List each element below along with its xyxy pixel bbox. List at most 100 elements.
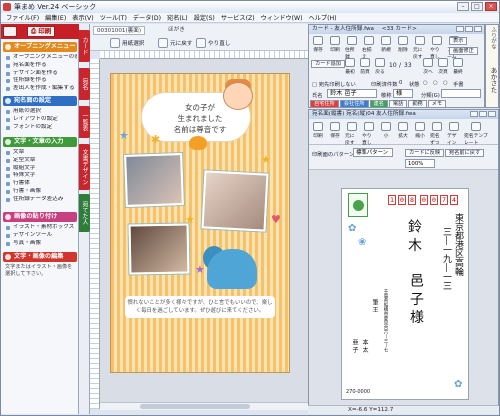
zoom-out-button[interactable]: 縮小 [413,122,427,146]
section-text-image-edit[interactable]: 文字・画像の編集 [3,252,77,262]
elephant-illustration[interactable] [207,249,257,289]
zip-digit[interactable]: 4 [450,195,458,205]
list-item[interactable]: イラスト・素材ボックス [5,224,77,232]
redo-button[interactable]: やり直し [430,36,444,60]
list-item[interactable]: 行書体 [5,180,77,188]
photo-frame[interactable] [128,223,190,275]
photo-frame[interactable] [201,170,269,232]
group-select[interactable] [441,89,481,98]
tab-work[interactable]: 勤務 [408,100,427,108]
tab-memo[interactable]: メモ [427,100,447,108]
list-item[interactable]: レイアウトの設定 [5,116,77,124]
zoom-in-button[interactable]: 拡大 [396,122,410,146]
list-item[interactable]: フォントの設定 [5,124,77,132]
section-opening-menu[interactable]: オープニングメニュー [3,42,77,52]
state-option[interactable]: ○ [423,80,428,86]
first-button[interactable]: 最初 [343,58,357,75]
zip-digit[interactable]: 0 [420,195,428,205]
redo-button[interactable]: やり直し [196,37,230,49]
postcard-address-side[interactable]: 1 0 8 0 0 7 4 東京都港区高輪 三―一九―一三 鈴 木 邑 子 様 … [341,188,469,400]
tab-address[interactable]: 宛名 [79,68,90,100]
list-item[interactable]: 行書・画像 [5,188,77,196]
undo-button[interactable]: 元に戻す [345,122,359,146]
state-option[interactable]: ○ [443,80,448,86]
maximize-button[interactable] [465,26,473,32]
card-bottom-message[interactable]: 慣れないことが多く様々ですが、ひと言でもいいので、楽しく毎日を過ごしています。ぜ… [125,296,275,318]
redo-button[interactable]: やり直し [362,122,376,146]
recipient-address[interactable]: 東京都港区高輪 [452,213,465,276]
menu-view[interactable]: 表示(V) [69,13,96,22]
sender-address[interactable]: 千葉県船橋市夏見台六―三―七 [382,289,388,352]
tab-card[interactable]: カード [79,30,90,62]
sender-name[interactable]: 筆 王 [370,299,379,313]
tab-home-address[interactable]: 自宅住所 [310,100,339,108]
list-item[interactable]: 用紙の選択 [5,108,77,116]
bird-illustration[interactable] [189,136,207,150]
tab-design[interactable]: 文書デザイン [79,144,90,190]
align-button[interactable]: 右揃え [362,36,376,60]
menu-toggle-icon[interactable] [3,26,17,37]
menu-service[interactable]: サービス(Z) [218,13,258,22]
save-button[interactable]: 保存 [328,122,342,146]
honorific-select[interactable]: 様 [393,89,413,98]
close-button[interactable] [488,111,496,117]
document-tab[interactable]: 00301001(裏面) [93,26,146,35]
menu-tools[interactable]: ツール(T) [97,13,130,22]
new-button[interactable]: 新規 [379,36,393,60]
section-image-paste[interactable]: 画像の貼り付け [3,212,77,222]
horizontal-scrollbar[interactable] [100,402,308,410]
list-item[interactable]: デザインツール [5,232,77,240]
name-field[interactable]: 鈴木 邑子 [327,89,377,98]
reflect-to-card-button[interactable]: カードに反映 [405,149,445,157]
print-button[interactable]: ⎙ 印刷 [27,26,56,37]
one-by-one-button[interactable]: 宛名ずつ [430,122,444,146]
list-item[interactable]: 特殊文字 [5,172,77,180]
tab-office-address[interactable]: 会社住所 [339,100,369,108]
print-button[interactable]: 印刷 [311,122,325,146]
zip-digit[interactable]: 8 [408,195,416,205]
menu-data[interactable]: データ(D) [130,13,164,22]
list-item[interactable]: オープニングメニューの表示 [5,54,77,62]
section-address-settings[interactable]: 宛名面の設定 [3,96,77,106]
document-subtab[interactable]: ほがき [165,26,188,35]
maximize-button[interactable]: □ [471,2,483,11]
next-button[interactable]: 次へ [421,58,435,75]
next-page-button[interactable]: 次頁 [436,58,450,75]
small-button[interactable]: 小 [379,122,393,146]
menu-window[interactable]: ウィンドウ(W) [258,13,306,22]
zip-digit[interactable]: 1 [388,195,396,205]
menu-address[interactable]: 宛名(L) [164,13,191,22]
list-item[interactable]: 定型文章 [5,157,77,165]
menu-edit[interactable]: 編集(E) [42,13,69,22]
list-item[interactable]: 住所録を作る [5,77,77,85]
list-item[interactable]: 宛名面を作る [5,62,77,70]
tab-joint-names[interactable]: 連名 [369,100,388,108]
recipient-given-name[interactable]: 邑 子 様 [406,273,426,324]
close-button[interactable] [474,26,482,32]
screen-fix-button[interactable]: 画面修正 [449,47,478,55]
zip-digit[interactable]: 0 [398,195,406,205]
list-item[interactable]: デザイン面を作る [5,70,77,78]
paper-select-button[interactable]: 用紙選択 [110,37,144,49]
undo-button[interactable]: 元に戻す [158,37,192,49]
minimize-button[interactable]: – [457,2,469,11]
zoom-select[interactable]: 100% [405,159,435,168]
tab-list[interactable]: 一覧表 [79,106,90,138]
print-button[interactable]: 印刷 [328,36,342,60]
address-book-button[interactable]: 住所録 [345,36,359,60]
canvas-area[interactable]: 女の子が 生まれました 名前は尊音です ★ ★ ★ ★ ♥ ✱ 慣れないことが多… [100,59,308,402]
sender-zip[interactable]: 270-0000 [346,389,370,395]
recipient-address-line2[interactable]: 三―一九―一三 [440,227,453,290]
prev-page-button[interactable]: 前頁 [358,58,372,75]
scroll-thumb[interactable] [140,404,250,409]
save-button[interactable]: 保存 [311,36,325,60]
postcard-design[interactable]: 女の子が 生まれました 名前は尊音です ★ ★ ★ ★ ♥ ✱ 慣れないことが多… [110,73,290,373]
maximize-button[interactable] [479,111,487,117]
list-item[interactable]: 縦組文字 [5,165,77,173]
back-button[interactable]: 戻る [373,58,387,75]
list-item[interactable]: 写真・画像 [5,240,77,248]
minimize-button[interactable] [470,111,478,117]
photo-frame[interactable] [124,153,184,207]
zip-digit[interactable]: 0 [430,195,438,205]
design-button[interactable]: デザイン [447,122,461,146]
